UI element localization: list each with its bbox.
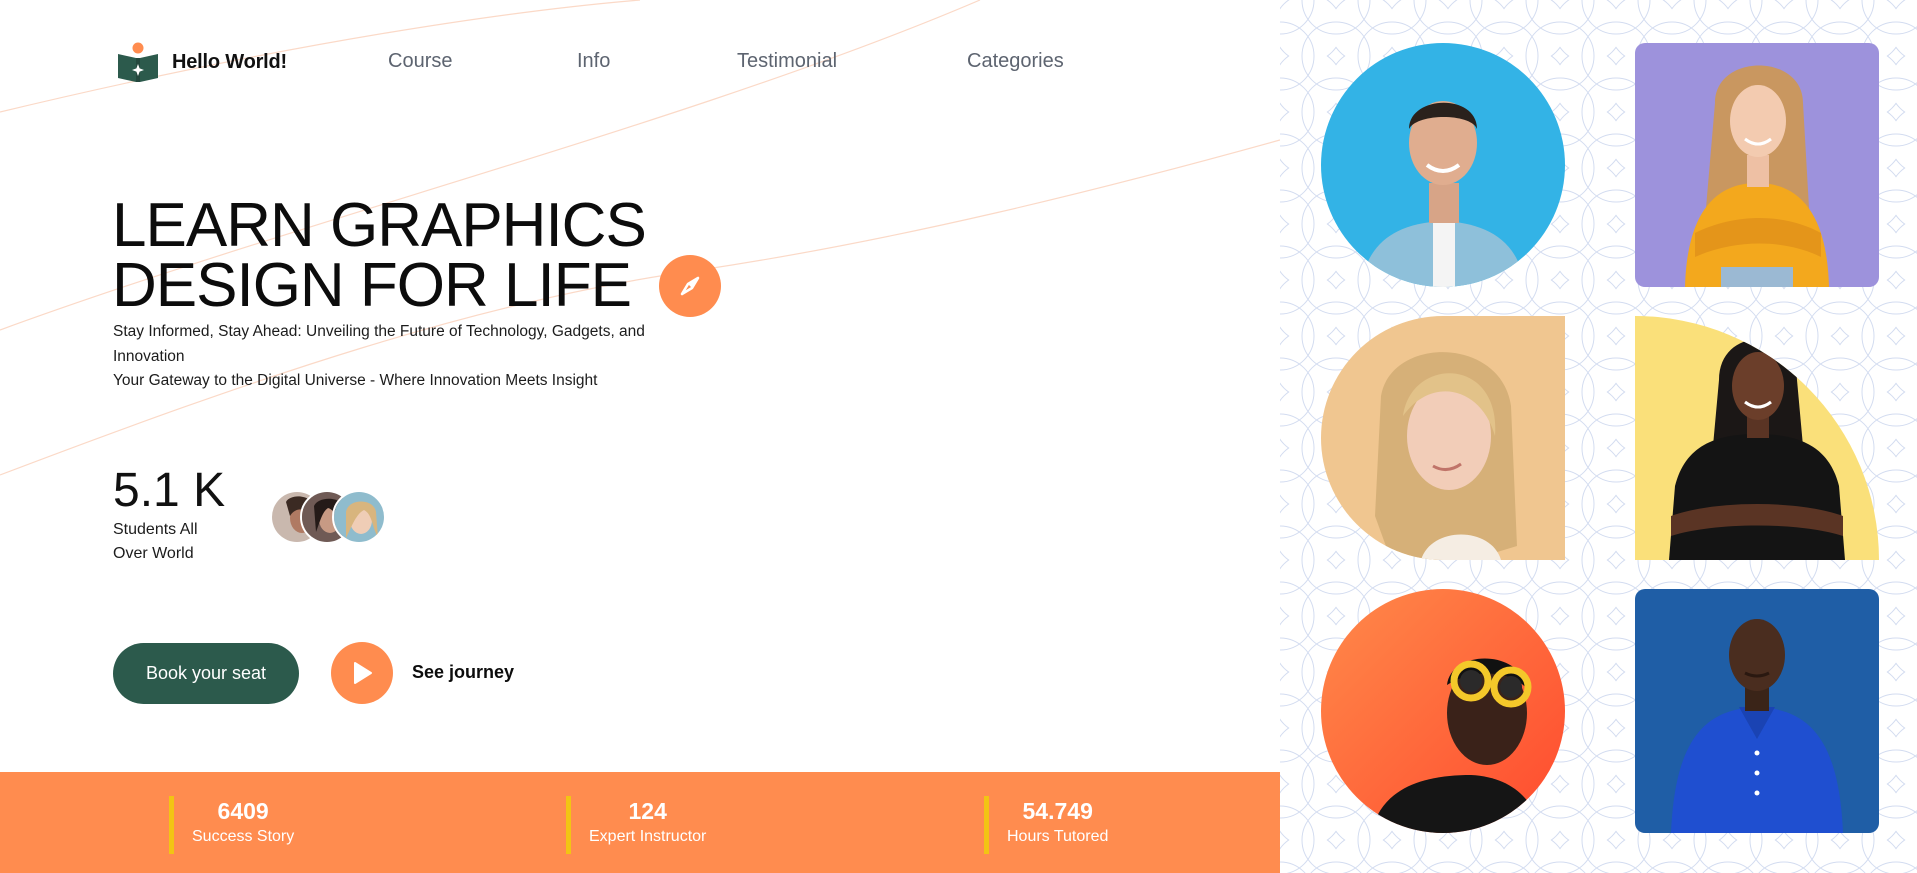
see-journey-link[interactable]: See journey (412, 662, 514, 683)
people-gallery (1280, 0, 1917, 873)
photo-woman-yellow-sweater (1635, 43, 1879, 287)
stat-hours-tutored: 54.749 Hours Tutored (984, 796, 1108, 854)
student-avatars (270, 490, 400, 546)
stat-expert-instructor: 124 Expert Instructor (566, 796, 706, 854)
brand[interactable]: Hello World! (116, 42, 287, 82)
stat-label: Hours Tutored (1007, 828, 1109, 845)
stat-value: 124 (628, 798, 667, 824)
hero-subtitle: Stay Informed, Stay Ahead: Unveiling the… (113, 320, 693, 394)
hero-subtitle-line-2: Your Gateway to the Digital Universe - W… (113, 372, 598, 389)
nav-categories[interactable]: Categories (967, 50, 1064, 73)
nav-testimonial[interactable]: Testimonial (737, 50, 837, 73)
students-count: 5.1 K (113, 464, 226, 517)
book-star-icon (116, 42, 160, 82)
photo-woman-blonde (1321, 316, 1565, 560)
photo-man-blue-shirt (1635, 589, 1879, 833)
stat-value: 54.749 (1022, 798, 1093, 824)
stat-label: Success Story (192, 828, 295, 845)
compass-icon (659, 255, 721, 317)
nav-info[interactable]: Info (577, 50, 610, 73)
photo-man-sunglasses (1321, 589, 1565, 833)
background-decorative-curves (0, 0, 1280, 476)
stat-value: 6409 (217, 798, 269, 824)
photo-man-denim-shirt (1321, 43, 1565, 287)
stats-bar: 6409 Success Story 124 Expert Instructor… (0, 772, 1280, 873)
students-label: Students All Over World (113, 518, 233, 566)
play-icon (354, 662, 372, 684)
brand-name: Hello World! (172, 50, 288, 73)
hero-subtitle-line-1: Stay Informed, Stay Ahead: Unveiling the… (113, 323, 645, 365)
hero-title-line-1: LEARN GRAPHICS (112, 191, 647, 260)
students-label-line-1: Students All (113, 521, 198, 538)
hero-title: LEARN GRAPHICS DESIGN FOR LIFE (112, 191, 647, 320)
nav-course[interactable]: Course (388, 50, 452, 73)
stat-label: Expert Instructor (589, 828, 707, 845)
hero-title-line-2: DESIGN FOR LIFE (112, 251, 632, 320)
students-label-line-2: Over World (113, 545, 194, 562)
stat-success-story: 6409 Success Story (169, 796, 294, 854)
play-button[interactable] (331, 642, 393, 704)
avatar (332, 490, 386, 544)
book-seat-button[interactable]: Book your seat (113, 643, 299, 704)
